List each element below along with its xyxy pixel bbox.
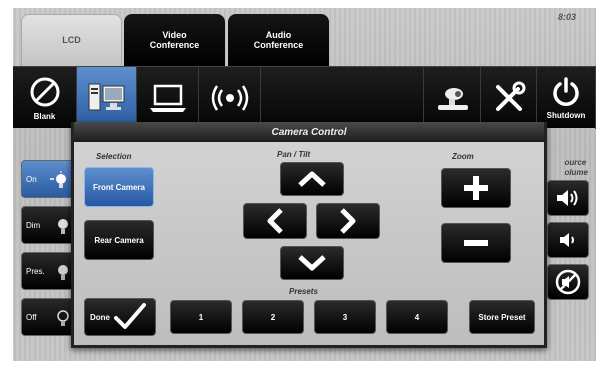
lights-on-label: On: [26, 174, 37, 184]
document-camera-icon: [438, 88, 468, 110]
plus-icon: [464, 176, 488, 200]
volume-down-button[interactable]: [547, 222, 589, 258]
power-icon: [553, 77, 579, 106]
done-button[interactable]: Done: [84, 298, 156, 336]
source-volume-label: ource olume: [564, 158, 588, 178]
pan-tilt-label: Pan / Tilt: [277, 150, 311, 159]
arrow-left-icon: [267, 208, 283, 234]
tab-lcd[interactable]: LCD: [21, 14, 122, 66]
bulb-bright-icon: [50, 171, 66, 188]
laptop-source-button[interactable]: [137, 67, 199, 129]
wireless-icon: [211, 85, 248, 111]
settings-button[interactable]: [481, 67, 537, 129]
desktop-pc-icon: [88, 83, 124, 111]
tools-icon: [495, 81, 525, 111]
front-camera-button[interactable]: Front Camera: [84, 167, 154, 207]
arrow-down-icon: [298, 255, 326, 271]
tilt-up-button[interactable]: [280, 162, 344, 196]
preset-1-button[interactable]: 1: [170, 300, 232, 334]
pc-source-button[interactable]: [77, 67, 137, 129]
bulb-dim-icon: [58, 219, 68, 234]
shutdown-button[interactable]: Shutdown: [537, 67, 596, 129]
zoom-out-button[interactable]: [441, 223, 511, 263]
touch-panel-screen: LCD Video Conference Audio Conference 8:…: [13, 8, 596, 361]
lights-dim-label: Dim: [26, 220, 41, 230]
arrow-right-icon: [340, 208, 356, 234]
checkmark-icon: [114, 303, 146, 329]
dialog-title: Camera Control: [74, 122, 544, 142]
preset-2-button[interactable]: 2: [242, 300, 304, 334]
laptop-icon: [149, 84, 186, 112]
camera-control-dialog: Camera Control Selection Pan / Tilt Zoom…: [71, 122, 547, 348]
clock: 8:03: [557, 12, 576, 22]
tab-video-conference[interactable]: Video Conference: [124, 14, 225, 66]
wireless-source-button[interactable]: [199, 67, 261, 129]
pan-left-button[interactable]: [243, 203, 307, 239]
zoom-label: Zoom: [452, 152, 474, 161]
arrow-up-icon: [298, 171, 326, 187]
selection-label: Selection: [96, 152, 132, 161]
tab-audio-conference[interactable]: Audio Conference: [228, 14, 329, 66]
lights-off-label: Off: [26, 312, 37, 322]
presets-label: Presets: [289, 287, 318, 296]
bulb-presentation-icon: [58, 265, 68, 280]
lights-pres-label: Pres.: [26, 266, 45, 276]
rear-camera-button[interactable]: Rear Camera: [84, 220, 154, 260]
bulb-off-icon: [57, 310, 69, 326]
volume-up-button[interactable]: [547, 180, 589, 216]
mute-button[interactable]: [547, 264, 589, 300]
top-tab-bar: LCD Video Conference Audio Conference 8:…: [13, 8, 596, 66]
speaker-quiet-icon: [560, 233, 574, 247]
camera-source-button[interactable]: [423, 67, 481, 129]
preset-3-button[interactable]: 3: [314, 300, 376, 334]
blank-icon: [30, 77, 59, 107]
shutdown-label: Shutdown: [546, 111, 586, 120]
pan-right-button[interactable]: [316, 203, 380, 239]
mute-icon: [555, 269, 581, 295]
store-preset-button[interactable]: Store Preset: [469, 300, 535, 334]
minus-icon: [464, 240, 488, 246]
source-bar: Blank Shutdown: [13, 66, 596, 129]
blank-button[interactable]: Blank: [13, 67, 77, 129]
speaker-loud-icon: [557, 190, 578, 206]
preset-4-button[interactable]: 4: [386, 300, 448, 334]
zoom-in-button[interactable]: [441, 168, 511, 208]
done-label: Done: [90, 312, 110, 322]
tilt-down-button[interactable]: [280, 246, 344, 280]
blank-label: Blank: [33, 112, 56, 121]
